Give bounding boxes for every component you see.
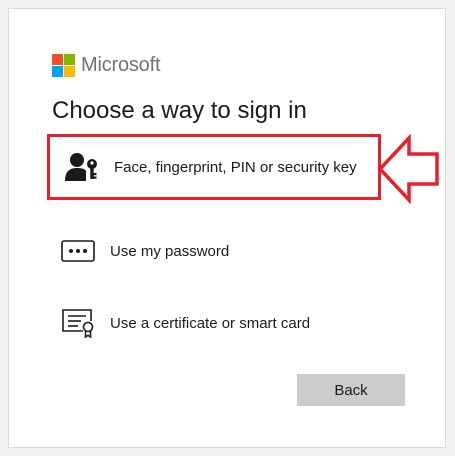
brand-name: Microsoft (81, 54, 161, 76)
option-face-fingerprint-pin-key[interactable]: Face, fingerprint, PIN or security key (47, 134, 381, 200)
option-label: Use my password (110, 242, 230, 260)
microsoft-logo: Microsoft (52, 54, 161, 77)
option-use-password[interactable]: Use my password (49, 223, 379, 279)
page-title: Choose a way to sign in (52, 97, 307, 124)
back-button[interactable]: Back (297, 374, 405, 406)
option-label: Use a certificate or smart card (110, 314, 311, 332)
microsoft-logo-icon (52, 54, 75, 77)
certificate-icon (60, 305, 96, 341)
sign-in-dialog: Microsoft Choose a way to sign in Face, … (8, 8, 446, 448)
option-label: Face, fingerprint, PIN or security key (114, 158, 357, 176)
option-certificate-smart-card[interactable]: Use a certificate or smart card (49, 295, 379, 351)
person-key-icon (64, 149, 100, 185)
password-dots-icon (60, 233, 96, 269)
left-arrow-icon (377, 133, 441, 209)
